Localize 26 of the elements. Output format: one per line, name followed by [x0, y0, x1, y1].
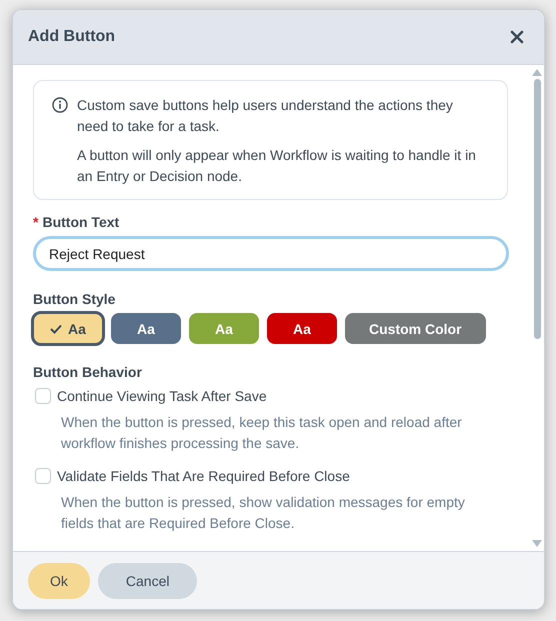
cancel-button[interactable]: Cancel: [98, 562, 198, 598]
checkbox-label: Continue Viewing Task After Save: [57, 388, 267, 404]
dialog-title: Add Button: [28, 28, 116, 46]
close-icon[interactable]: [510, 30, 524, 44]
scroll-down-icon[interactable]: [532, 540, 542, 547]
style-option[interactable]: Aa: [33, 313, 103, 344]
section-label: Button Style: [33, 291, 116, 307]
style-option[interactable]: Aa: [267, 313, 337, 344]
required-mark: *: [33, 214, 38, 230]
option-description: When the button is pressed, show validation messages for empty fields that are Required Before Close.: [61, 493, 466, 533]
style-option[interactable]: Custom Color: [345, 313, 486, 344]
info-text: Custom save buttons help users understand the actions they need to take for a task.: [77, 96, 454, 136]
scroll-up-icon[interactable]: [532, 69, 542, 76]
info-icon: [52, 97, 68, 113]
button-text-field[interactable]: Reject Request: [33, 236, 509, 271]
checkbox[interactable]: [35, 468, 51, 484]
info-text: A button will only appear when Workflow is waiting to handle it in an Entry or Decision node.: [77, 146, 477, 186]
check-icon: [50, 324, 62, 334]
scrollbar-thumb[interactable]: [534, 79, 540, 339]
ok-button[interactable]: Ok: [28, 562, 90, 598]
style-option[interactable]: Aa: [111, 313, 181, 344]
option-description: When the button is pressed, keep this task open and reload after workflow finishes processing the save.: [61, 413, 463, 453]
checkbox-label: Validate Fields That Are Required Before Close: [57, 468, 350, 484]
field-label: Button Text: [42, 214, 120, 230]
section-label: Button Behavior: [33, 364, 142, 380]
checkbox[interactable]: [35, 388, 51, 404]
